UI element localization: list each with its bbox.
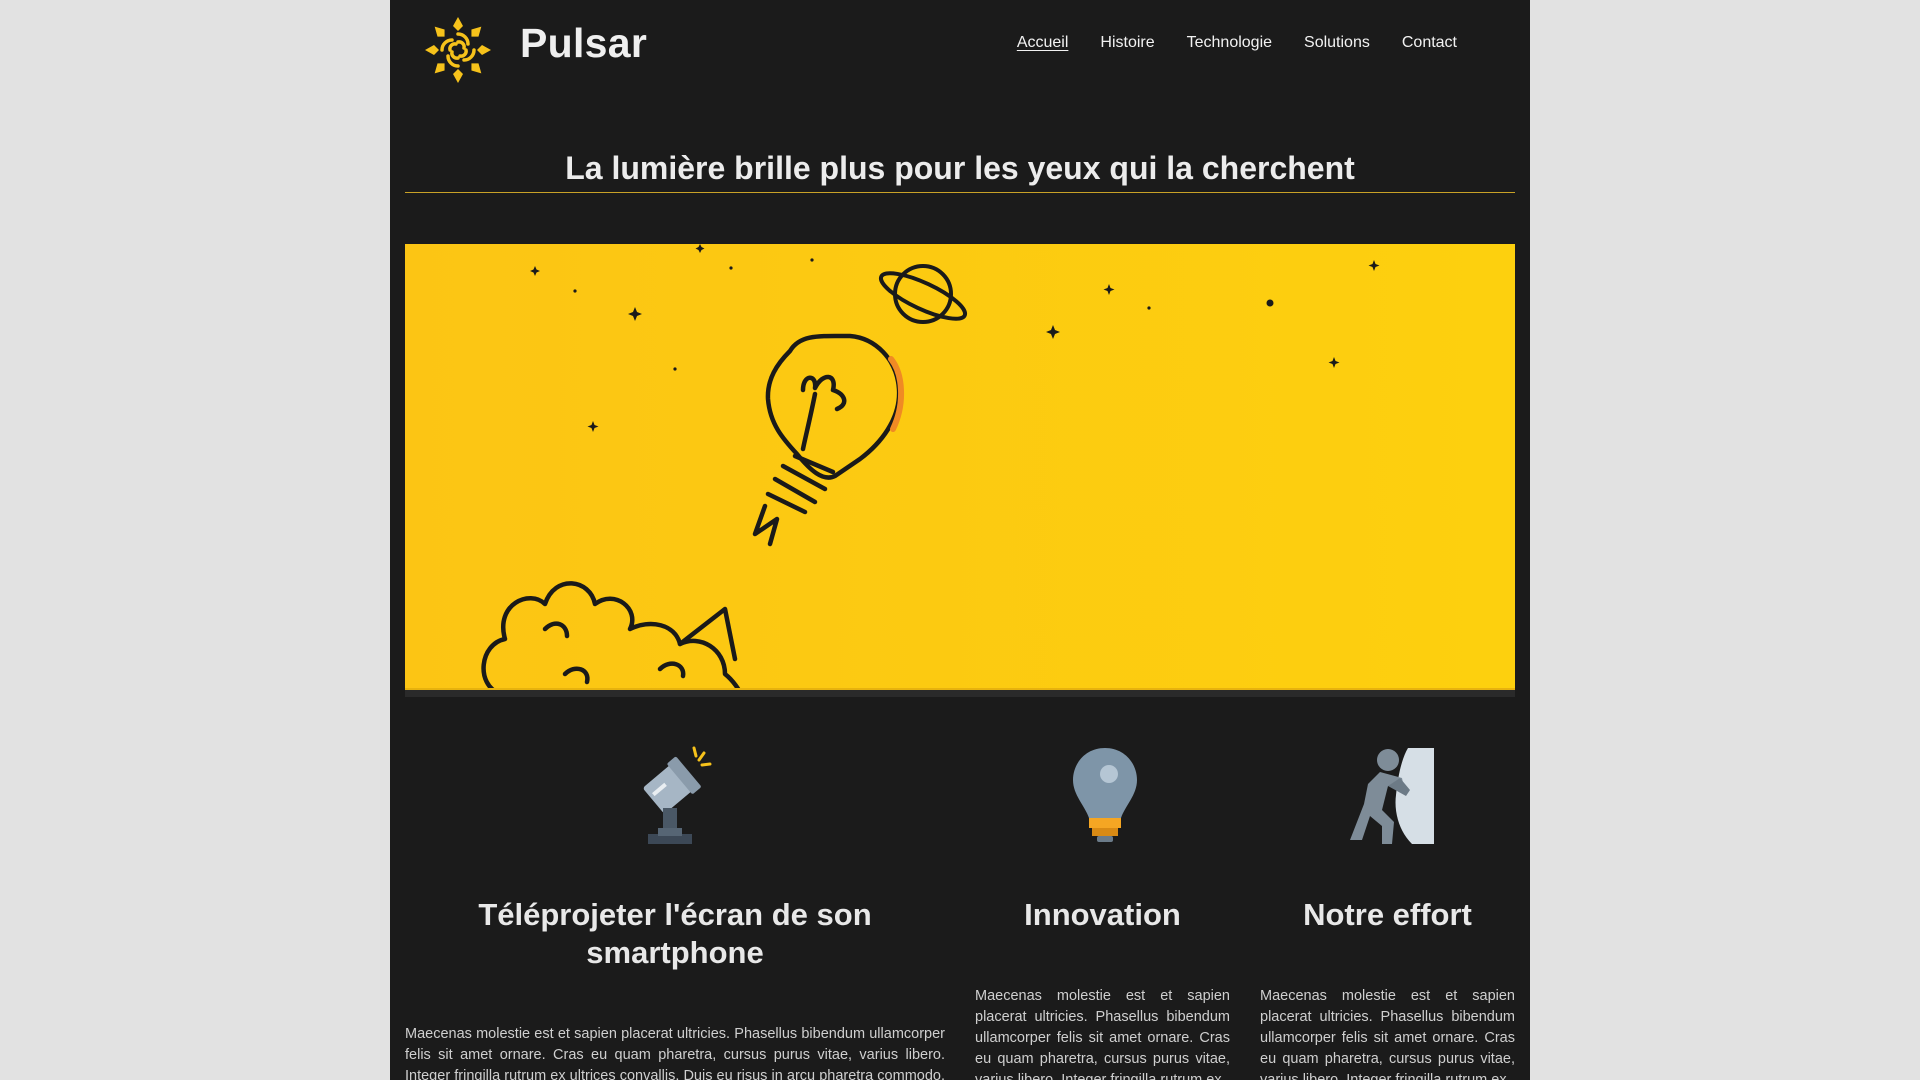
nav-item-accueil[interactable]: Accueil: [1017, 34, 1069, 52]
main-nav: Accueil Histoire Technologie Solutions C…: [1017, 34, 1457, 52]
feature-title-innovation: Innovation: [1024, 897, 1181, 932]
nav-item-solutions[interactable]: Solutions: [1304, 34, 1370, 52]
person-pushing-icon: [1350, 748, 1434, 844]
feature-title-projection: Téléprojeter l'écran de son smartphone: [478, 897, 872, 970]
brand-name[interactable]: Pulsar: [520, 20, 647, 67]
hero-bottom-border: [405, 688, 1515, 697]
nav-item-histoire[interactable]: Histoire: [1100, 34, 1154, 52]
feature-text-projection: Maecenas molestie est et sapien placerat…: [405, 1026, 945, 1080]
nav-item-contact[interactable]: Contact: [1402, 34, 1457, 52]
page-tagline: La lumière brille plus pour les yeux qui…: [565, 150, 1355, 186]
hero-banner: [405, 244, 1515, 697]
feature-title-effort: Notre effort: [1303, 897, 1472, 932]
features-section: Téléprojeter l'écran de son smartphone M…: [405, 740, 1515, 1080]
sun-logo-icon[interactable]: [422, 14, 494, 86]
rocket-lightbulb-illustration: [405, 244, 1515, 697]
site-header: Pulsar Accueil Histoire Technologie Solu…: [390, 0, 1530, 96]
projector-icon: [643, 746, 712, 844]
page: Pulsar Accueil Histoire Technologie Solu…: [390, 0, 1530, 1080]
feature-text-effort: Maecenas molestie est et sapien placerat…: [1260, 988, 1515, 1080]
tagline-divider: [405, 192, 1515, 193]
lightbulb-icon: [1073, 748, 1137, 842]
feature-text-innovation: Maecenas molestie est et sapien placerat…: [975, 988, 1230, 1080]
nav-item-technologie[interactable]: Technologie: [1187, 34, 1272, 52]
